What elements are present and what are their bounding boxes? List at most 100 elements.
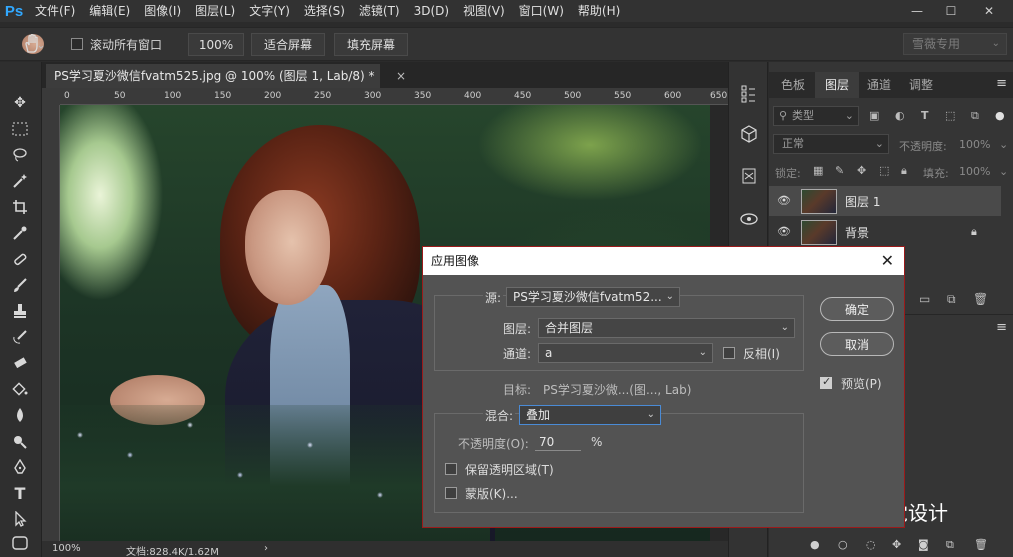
workspace-select[interactable]: 雪薇专用 ⌄ xyxy=(903,33,1007,55)
panel-menu-icon[interactable]: ≡ xyxy=(996,320,1007,335)
ok-button[interactable]: 确定 xyxy=(820,297,894,321)
visibility-eye-icon[interactable]: 👁︎ xyxy=(777,194,791,208)
layer-row-layer-1[interactable]: 👁︎ 图层 1 xyxy=(769,186,1001,216)
preserve-transparency-checkbox[interactable] xyxy=(445,463,457,475)
lock-all-icon[interactable]: 🔒︎ xyxy=(901,164,907,178)
menu-filter[interactable]: 滤镜(T) xyxy=(352,0,407,22)
smart-object-filter-icon[interactable]: ⧉ xyxy=(971,109,979,123)
menu-3d[interactable]: 3D(D) xyxy=(407,0,456,22)
mask-icon[interactable]: ◙ xyxy=(918,538,929,551)
history-panel-icon[interactable] xyxy=(739,84,759,104)
menu-edit[interactable]: 编辑(E) xyxy=(82,0,137,22)
invert-checkbox[interactable] xyxy=(723,347,735,359)
layer-value: 合并图层 xyxy=(545,321,594,335)
status-zoom[interactable]: 100% xyxy=(52,543,81,554)
type-filter-icon[interactable]: T xyxy=(921,109,929,122)
menu-window[interactable]: 窗口(W) xyxy=(512,0,571,22)
close-tab-icon[interactable]: × xyxy=(396,64,406,88)
menu-help[interactable]: 帮助(H) xyxy=(571,0,627,22)
layer-filter-select[interactable]: ⚲ 类型 ⌄ xyxy=(773,106,859,126)
path-selection-tool-icon[interactable] xyxy=(9,508,31,530)
menu-file[interactable]: 文件(F) xyxy=(28,0,82,22)
lasso-tool-icon[interactable] xyxy=(9,144,31,166)
menu-view[interactable]: 视图(V) xyxy=(456,0,512,22)
menu-image[interactable]: 图像(I) xyxy=(137,0,188,22)
shape-tool-icon[interactable] xyxy=(9,532,31,554)
3d-panel-icon[interactable] xyxy=(739,124,759,144)
document-tab[interactable]: PS学习夏沙微信fvatm525.jpg @ 100% (图层 1, Lab/8… xyxy=(46,64,406,88)
opacity-value[interactable]: 100% xyxy=(959,138,990,151)
preview-checkbox[interactable] xyxy=(820,375,832,389)
source-select[interactable]: PS学习夏沙微信fvatm52... ⌄ xyxy=(506,287,680,307)
dot-icon[interactable]: ● xyxy=(810,538,820,551)
blend-mode-select[interactable]: 正常 ⌄ xyxy=(773,134,889,154)
status-more-icon[interactable]: › xyxy=(264,543,268,554)
chevron-down-icon[interactable]: ⌄ xyxy=(999,165,1008,178)
circle-icon[interactable]: ○ xyxy=(838,538,848,551)
hand-tool-icon[interactable] xyxy=(22,34,44,54)
chevron-down-icon: ⌄ xyxy=(780,322,789,333)
menu-type[interactable]: 文字(Y) xyxy=(242,0,297,22)
mask-checkbox[interactable] xyxy=(445,487,457,499)
lock-transparent-icon[interactable]: ▦ xyxy=(813,164,823,177)
fill-value[interactable]: 100% xyxy=(959,165,990,178)
chevron-down-icon: ⌄ xyxy=(874,137,884,150)
cancel-button[interactable]: 取消 xyxy=(820,332,894,356)
lock-position-icon[interactable]: ✥ xyxy=(857,164,866,177)
blur-tool-icon[interactable] xyxy=(9,404,31,426)
eyedropper-tool-icon[interactable] xyxy=(9,222,31,244)
preview-label: 预览(P) xyxy=(841,377,882,391)
panel-menu-icon[interactable]: ≡ xyxy=(996,76,1007,91)
fill-screen-button[interactable]: 填充屏幕 xyxy=(334,33,408,56)
dotted-circle-icon[interactable]: ◌ xyxy=(866,538,876,551)
layer-row-background[interactable]: 👁︎ 背景 🔒︎ xyxy=(769,217,1001,247)
eraser-tool-icon[interactable] xyxy=(9,352,31,374)
marquee-tool-icon[interactable] xyxy=(9,118,31,140)
new-layer-icon[interactable]: ⧉ xyxy=(947,292,956,307)
chevron-down-icon[interactable]: ⌄ xyxy=(999,138,1008,151)
libraries-panel-icon[interactable] xyxy=(739,208,759,228)
tab-channels[interactable]: 通道 xyxy=(857,72,901,98)
lock-pixels-icon[interactable]: ✎ xyxy=(835,164,844,177)
menu-layer[interactable]: 图层(L) xyxy=(188,0,242,22)
filter-toggle-icon[interactable]: ● xyxy=(995,109,1005,122)
properties-panel-icon[interactable] xyxy=(739,166,759,186)
layer-select[interactable]: 合并图层 ⌄ xyxy=(538,318,795,338)
paint-bucket-tool-icon[interactable] xyxy=(9,378,31,400)
delete-channel-icon[interactable]: 🗑︎ xyxy=(974,538,988,551)
close-icon[interactable]: ✕ xyxy=(881,247,894,275)
fit-screen-button[interactable]: 适合屏幕 xyxy=(251,33,325,56)
close-window-button[interactable]: ✕ xyxy=(975,0,1003,22)
shape-filter-icon[interactable]: ⬚ xyxy=(945,109,955,122)
type-tool-icon[interactable]: T xyxy=(9,482,31,504)
history-brush-tool-icon[interactable] xyxy=(9,326,31,348)
zoom-100-button[interactable]: 100% xyxy=(188,33,244,56)
menu-select[interactable]: 选择(S) xyxy=(297,0,352,22)
tab-layers[interactable]: 图层 xyxy=(815,72,860,98)
channel-select[interactable]: a ⌄ xyxy=(538,343,713,363)
new-channel-icon[interactable]: ⧉ xyxy=(946,538,954,552)
brush-tool-icon[interactable] xyxy=(9,274,31,296)
clone-stamp-tool-icon[interactable] xyxy=(9,300,31,322)
move-icon[interactable]: ✥ xyxy=(892,538,901,551)
lock-artboard-icon[interactable]: ⬚ xyxy=(879,164,889,177)
tab-adjustments[interactable]: 调整 xyxy=(899,72,943,98)
pixel-filter-icon[interactable]: ▣ xyxy=(869,109,879,122)
tab-swatches[interactable]: 色板 xyxy=(771,72,815,98)
magic-wand-tool-icon[interactable] xyxy=(9,170,31,192)
new-group-icon[interactable]: ▭ xyxy=(919,292,930,306)
move-tool-icon[interactable]: ✥ xyxy=(9,92,31,114)
scroll-all-windows-checkbox[interactable] xyxy=(71,38,83,50)
crop-tool-icon[interactable] xyxy=(9,196,31,218)
opacity-input[interactable]: 70 xyxy=(535,433,581,451)
minimize-button[interactable]: — xyxy=(903,0,931,22)
delete-layer-icon[interactable]: 🗑︎ xyxy=(973,292,988,306)
adjustment-filter-icon[interactable]: ◐ xyxy=(895,109,905,122)
visibility-eye-icon[interactable]: 👁︎ xyxy=(777,225,791,239)
lock-icon: 🔒︎ xyxy=(971,225,977,238)
dodge-tool-icon[interactable] xyxy=(9,430,31,452)
healing-brush-tool-icon[interactable] xyxy=(9,248,31,270)
restore-button[interactable]: ☐ xyxy=(937,0,965,22)
pen-tool-icon[interactable] xyxy=(9,456,31,478)
blending-select[interactable]: 叠加 ⌄ xyxy=(519,405,661,425)
